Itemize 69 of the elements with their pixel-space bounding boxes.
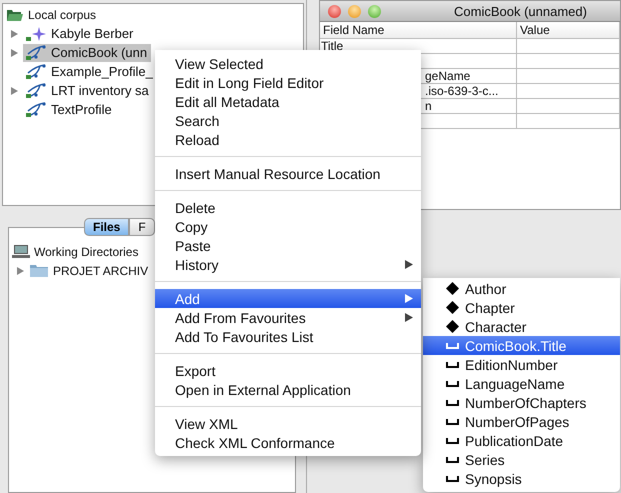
bracket-line-icon [446, 342, 459, 348]
diamond-icon [446, 301, 459, 314]
table-cell: n [425, 99, 432, 113]
menu-item[interactable]: Edit in Long Field Editor [155, 73, 421, 92]
bracket-line-icon [446, 456, 459, 462]
tree-root-label[interactable]: Local corpus [28, 8, 96, 22]
menu-item[interactable]: Paste [155, 236, 421, 255]
expand-triangle-icon[interactable] [10, 28, 19, 38]
menu-item[interactable]: PublicationDate [423, 431, 620, 450]
menu-item[interactable]: EditionNumber [423, 355, 620, 374]
menu-item[interactable]: View XML [155, 414, 421, 433]
menu-item[interactable]: History [155, 255, 421, 274]
menu-item[interactable]: Character [423, 317, 620, 336]
expand-triangle-icon[interactable] [16, 266, 25, 276]
diamond-icon [446, 282, 459, 295]
bracket-line-icon [446, 400, 459, 406]
table-cell: .iso-639-3-c... [425, 84, 498, 98]
tree-item[interactable]: Kabyle Berber [23, 24, 138, 42]
menu-item[interactable]: Insert Manual Resource Location [155, 164, 421, 183]
bracket-line-icon [446, 476, 459, 482]
tree-root-label[interactable]: Working Directories [34, 244, 138, 258]
menu-item[interactable]: NumberOfChapters [423, 393, 620, 412]
menu-item[interactable]: Add [155, 289, 421, 308]
tree-item[interactable]: ComicBook (unn [23, 44, 152, 62]
expand-triangle-icon[interactable] [10, 86, 19, 96]
diamond-icon [446, 320, 459, 333]
menu-item[interactable]: Open in External Application [155, 380, 421, 399]
menu-item[interactable]: Export [155, 361, 421, 380]
table-cell: Title [321, 39, 344, 53]
menu-item[interactable]: Series [423, 450, 620, 469]
tree-item[interactable]: PROJET ARCHIV [53, 264, 148, 278]
tree-item[interactable]: Example_Profile_ [23, 62, 157, 80]
table-cell: geName [425, 69, 470, 83]
network-node-icon [25, 82, 47, 98]
menu-item[interactable]: Author [423, 279, 620, 298]
menu-item[interactable]: Add To Favourites List [155, 327, 421, 346]
tree-item[interactable]: LRT inventory sa [23, 82, 153, 100]
window-title: ComicBook (unnamed) [453, 4, 588, 18]
menu-item[interactable]: View Selected [155, 54, 421, 73]
menu-item[interactable]: NumberOfPages [423, 412, 620, 431]
menu-item[interactable]: Check XML Conformance [155, 433, 421, 452]
computer-icon [12, 244, 30, 259]
bracket-line-icon [446, 418, 459, 424]
menu-item[interactable]: Reload [155, 130, 421, 149]
bracket-line-icon [446, 438, 459, 444]
network-node-icon [25, 102, 47, 118]
menu-item[interactable]: Add From Favourites [155, 308, 421, 327]
menu-item[interactable]: Copy [155, 217, 421, 236]
menu-item[interactable]: LanguageName [423, 374, 620, 393]
close-button[interactable] [328, 4, 341, 18]
tab[interactable]: Files [84, 218, 130, 236]
network-node-icon [25, 44, 47, 60]
expand-triangle-icon[interactable] [10, 48, 19, 58]
folder-icon [6, 8, 24, 22]
network-node-icon [25, 64, 47, 80]
menu-item[interactable]: Edit all Metadata [155, 92, 421, 111]
menu-item[interactable]: Synopsis [423, 469, 620, 488]
bracket-line-icon [446, 380, 459, 386]
column-header[interactable]: Value [516, 22, 620, 38]
menu-item[interactable]: Search [155, 111, 421, 130]
column-header[interactable]: Field Name [320, 22, 516, 38]
menu-item[interactable]: ComicBook.Title [423, 336, 620, 355]
folder-icon [29, 263, 49, 278]
tree-item[interactable]: TextProfile [23, 100, 116, 118]
star-node-icon [25, 26, 47, 42]
bracket-line-icon [446, 362, 459, 368]
menu-item[interactable]: Chapter [423, 298, 620, 317]
menu-item[interactable]: Delete [155, 198, 421, 217]
tab[interactable]: F [129, 218, 155, 236]
